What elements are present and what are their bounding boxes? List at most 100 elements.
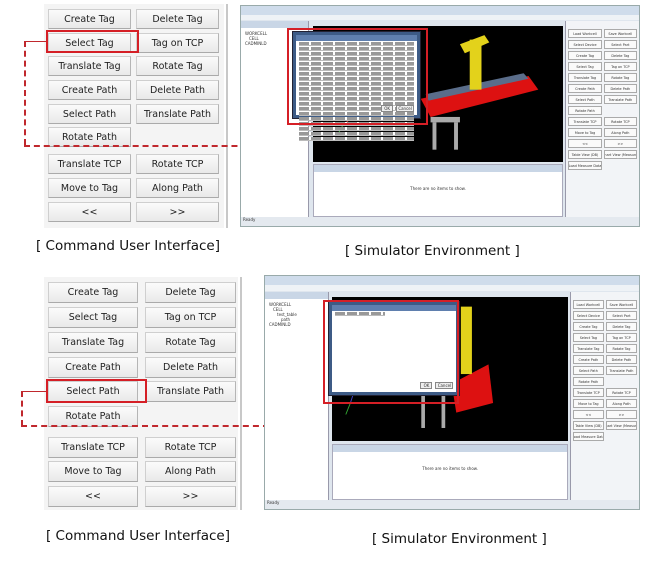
rotate-tag-button[interactable]: Rotate Tag bbox=[145, 332, 236, 353]
sim-translate-tcp-button[interactable]: Translate TCP bbox=[568, 117, 602, 127]
sim-move-to-tag-button[interactable]: Move to Tag bbox=[572, 399, 604, 409]
sim-select-part-button[interactable]: Select Part bbox=[605, 311, 637, 321]
previous-button[interactable]: << bbox=[48, 202, 131, 222]
sim-move-to-tag-button[interactable]: Move to Tag bbox=[568, 128, 602, 138]
sim-table-view-db-button[interactable]: Table View (DB) bbox=[572, 421, 604, 431]
list-item[interactable] bbox=[298, 137, 415, 142]
move-to-tag-button[interactable]: Move to Tag bbox=[48, 178, 131, 198]
rotate-tcp-button[interactable]: Rotate TCP bbox=[136, 154, 219, 174]
status-bar: Ready bbox=[241, 217, 639, 226]
sim-translate-tag-button[interactable]: Translate Tag bbox=[572, 344, 604, 354]
sim-rotate-path-button[interactable]: Rotate Path bbox=[572, 377, 604, 387]
translate-tcp-button[interactable]: Translate TCP bbox=[48, 437, 138, 458]
create-path-button[interactable]: Create Path bbox=[48, 357, 138, 378]
rotate-path-button[interactable]: Rotate Path bbox=[48, 127, 131, 147]
sim-rotate-tag-button[interactable]: Rotate Tag bbox=[605, 344, 637, 354]
translate-tcp-button[interactable]: Translate TCP bbox=[48, 154, 131, 174]
sim-select-device-button[interactable]: Select Device bbox=[572, 311, 604, 321]
sim-along-path-button[interactable]: Along Path bbox=[603, 128, 637, 138]
move-to-tag-button[interactable]: Move to Tag bbox=[48, 461, 138, 482]
sim-delete-tag-button[interactable]: Delete Tag bbox=[605, 322, 637, 332]
list-item[interactable] bbox=[298, 132, 415, 137]
sim-load-workcell-button[interactable]: Load Workcell bbox=[568, 29, 602, 39]
sim-tag-on-tcp-button[interactable]: Tag on TCP bbox=[605, 333, 637, 343]
sim-load-workcell-button[interactable]: Load Workcell bbox=[572, 300, 604, 310]
command-panel: Load Workcell Save Workcell Select Device S… bbox=[569, 292, 639, 500]
sim-select-tag-button[interactable]: Select Tag bbox=[572, 333, 604, 343]
sim-next-button[interactable]: >> bbox=[603, 139, 637, 149]
sim-create-path-button[interactable]: Create Path bbox=[568, 84, 602, 94]
sim-along-path-button[interactable]: Along Path bbox=[605, 399, 637, 409]
sim-translate-tag-button[interactable]: Translate Tag bbox=[568, 73, 602, 83]
output-message: There are no items to show. bbox=[422, 465, 478, 471]
sim-delete-tag-button[interactable]: Delete Tag bbox=[603, 51, 637, 61]
along-path-button[interactable]: Along Path bbox=[136, 178, 219, 198]
sim-translate-path-button[interactable]: Translate Path bbox=[605, 366, 637, 376]
sim-create-tag-button[interactable]: Create Tag bbox=[572, 322, 604, 332]
connector-line bbox=[24, 41, 26, 145]
translate-tag-button[interactable]: Translate Tag bbox=[48, 332, 138, 353]
sim-chart-view-measure-button[interactable]: Chart View (Measure) bbox=[603, 150, 637, 160]
sim-next-button[interactable]: >> bbox=[605, 410, 637, 420]
sim-translate-path-button[interactable]: Translate Path bbox=[603, 95, 637, 105]
sim-select-part-button[interactable]: Select Part bbox=[603, 40, 637, 50]
sim-save-workcell-button[interactable]: Save Workcell bbox=[605, 300, 637, 310]
tree-item[interactable]: CADMINLD bbox=[269, 322, 328, 327]
sim-select-path-button[interactable]: Select Path bbox=[568, 95, 602, 105]
sim-previous-button[interactable]: << bbox=[568, 139, 602, 149]
sim-delete-path-button[interactable]: Delete Path bbox=[603, 84, 637, 94]
connector-line bbox=[21, 391, 23, 426]
caption-simulator: [ Simulator Environment ] bbox=[372, 531, 547, 547]
create-tag-button[interactable]: Create Tag bbox=[48, 9, 131, 29]
sim-load-measure-data-button[interactable]: Load Measure Data bbox=[572, 432, 604, 442]
sim-translate-tcp-button[interactable]: Translate TCP bbox=[572, 388, 604, 398]
title-bar bbox=[265, 276, 639, 286]
sim-select-device-button[interactable]: Select Device bbox=[568, 40, 602, 50]
sim-load-measure-data-button[interactable]: Load Measure Data bbox=[568, 161, 602, 171]
sim-tag-on-tcp-button[interactable]: Tag on TCP bbox=[603, 62, 637, 72]
translate-tag-button[interactable]: Translate Tag bbox=[48, 56, 131, 76]
next-button[interactable]: >> bbox=[145, 486, 236, 507]
highlight-select-tag bbox=[46, 30, 139, 53]
rotate-path-button[interactable]: Rotate Path bbox=[48, 406, 138, 427]
sim-rotate-tag-button[interactable]: Rotate Tag bbox=[603, 73, 637, 83]
create-path-button[interactable]: Create Path bbox=[48, 80, 131, 100]
sim-delete-path-button[interactable]: Delete Path bbox=[605, 355, 637, 365]
sim-save-workcell-button[interactable]: Save Workcell bbox=[603, 29, 637, 39]
sim-rotate-tcp-button[interactable]: Rotate TCP bbox=[605, 388, 637, 398]
along-path-button[interactable]: Along Path bbox=[145, 461, 236, 482]
sim-rotate-tcp-button[interactable]: Rotate TCP bbox=[603, 117, 637, 127]
tag-on-tcp-button[interactable]: Tag on TCP bbox=[136, 33, 219, 53]
rotate-tag-button[interactable]: Rotate Tag bbox=[136, 56, 219, 76]
sim-create-tag-button[interactable]: Create Tag bbox=[568, 51, 602, 61]
highlight-dialog bbox=[287, 28, 428, 125]
sim-select-tag-button[interactable]: Select Tag bbox=[568, 62, 602, 72]
delete-path-button[interactable]: Delete Path bbox=[136, 80, 219, 100]
delete-path-button[interactable]: Delete Path bbox=[145, 357, 236, 378]
sim-previous-button[interactable]: << bbox=[572, 410, 604, 420]
sim-rotate-path-button[interactable]: Rotate Path bbox=[568, 106, 602, 116]
list-item[interactable] bbox=[298, 127, 415, 132]
select-tag-button[interactable]: Select Tag bbox=[48, 307, 138, 328]
translate-path-button[interactable]: Translate Path bbox=[145, 381, 236, 402]
sim-chart-view-measure-button[interactable]: Chart View (Measure) bbox=[605, 421, 637, 431]
rotate-tcp-button[interactable]: Rotate TCP bbox=[145, 437, 236, 458]
command-panel: Load Workcell Save Workcell Select Device S… bbox=[565, 21, 639, 218]
next-button[interactable]: >> bbox=[136, 202, 219, 222]
menu-bar bbox=[241, 14, 639, 21]
select-path-button[interactable]: Select Path bbox=[48, 104, 131, 124]
translate-path-button[interactable]: Translate Path bbox=[136, 104, 219, 124]
workcell-tree-panel: WORKCELL CELL test_table path CADMINLD bbox=[265, 292, 329, 500]
delete-tag-button[interactable]: Delete Tag bbox=[145, 282, 236, 303]
sim-table-view-db-button[interactable]: Table View (DB) bbox=[568, 150, 602, 160]
tag-on-tcp-button[interactable]: Tag on TCP bbox=[145, 307, 236, 328]
status-bar: Ready bbox=[265, 499, 639, 509]
divider bbox=[226, 4, 228, 228]
previous-button[interactable]: << bbox=[48, 486, 138, 507]
delete-tag-button[interactable]: Delete Tag bbox=[136, 9, 219, 29]
create-tag-button[interactable]: Create Tag bbox=[48, 282, 138, 303]
sim-create-path-button[interactable]: Create Path bbox=[572, 355, 604, 365]
sim-select-path-button[interactable]: Select Path bbox=[572, 366, 604, 376]
